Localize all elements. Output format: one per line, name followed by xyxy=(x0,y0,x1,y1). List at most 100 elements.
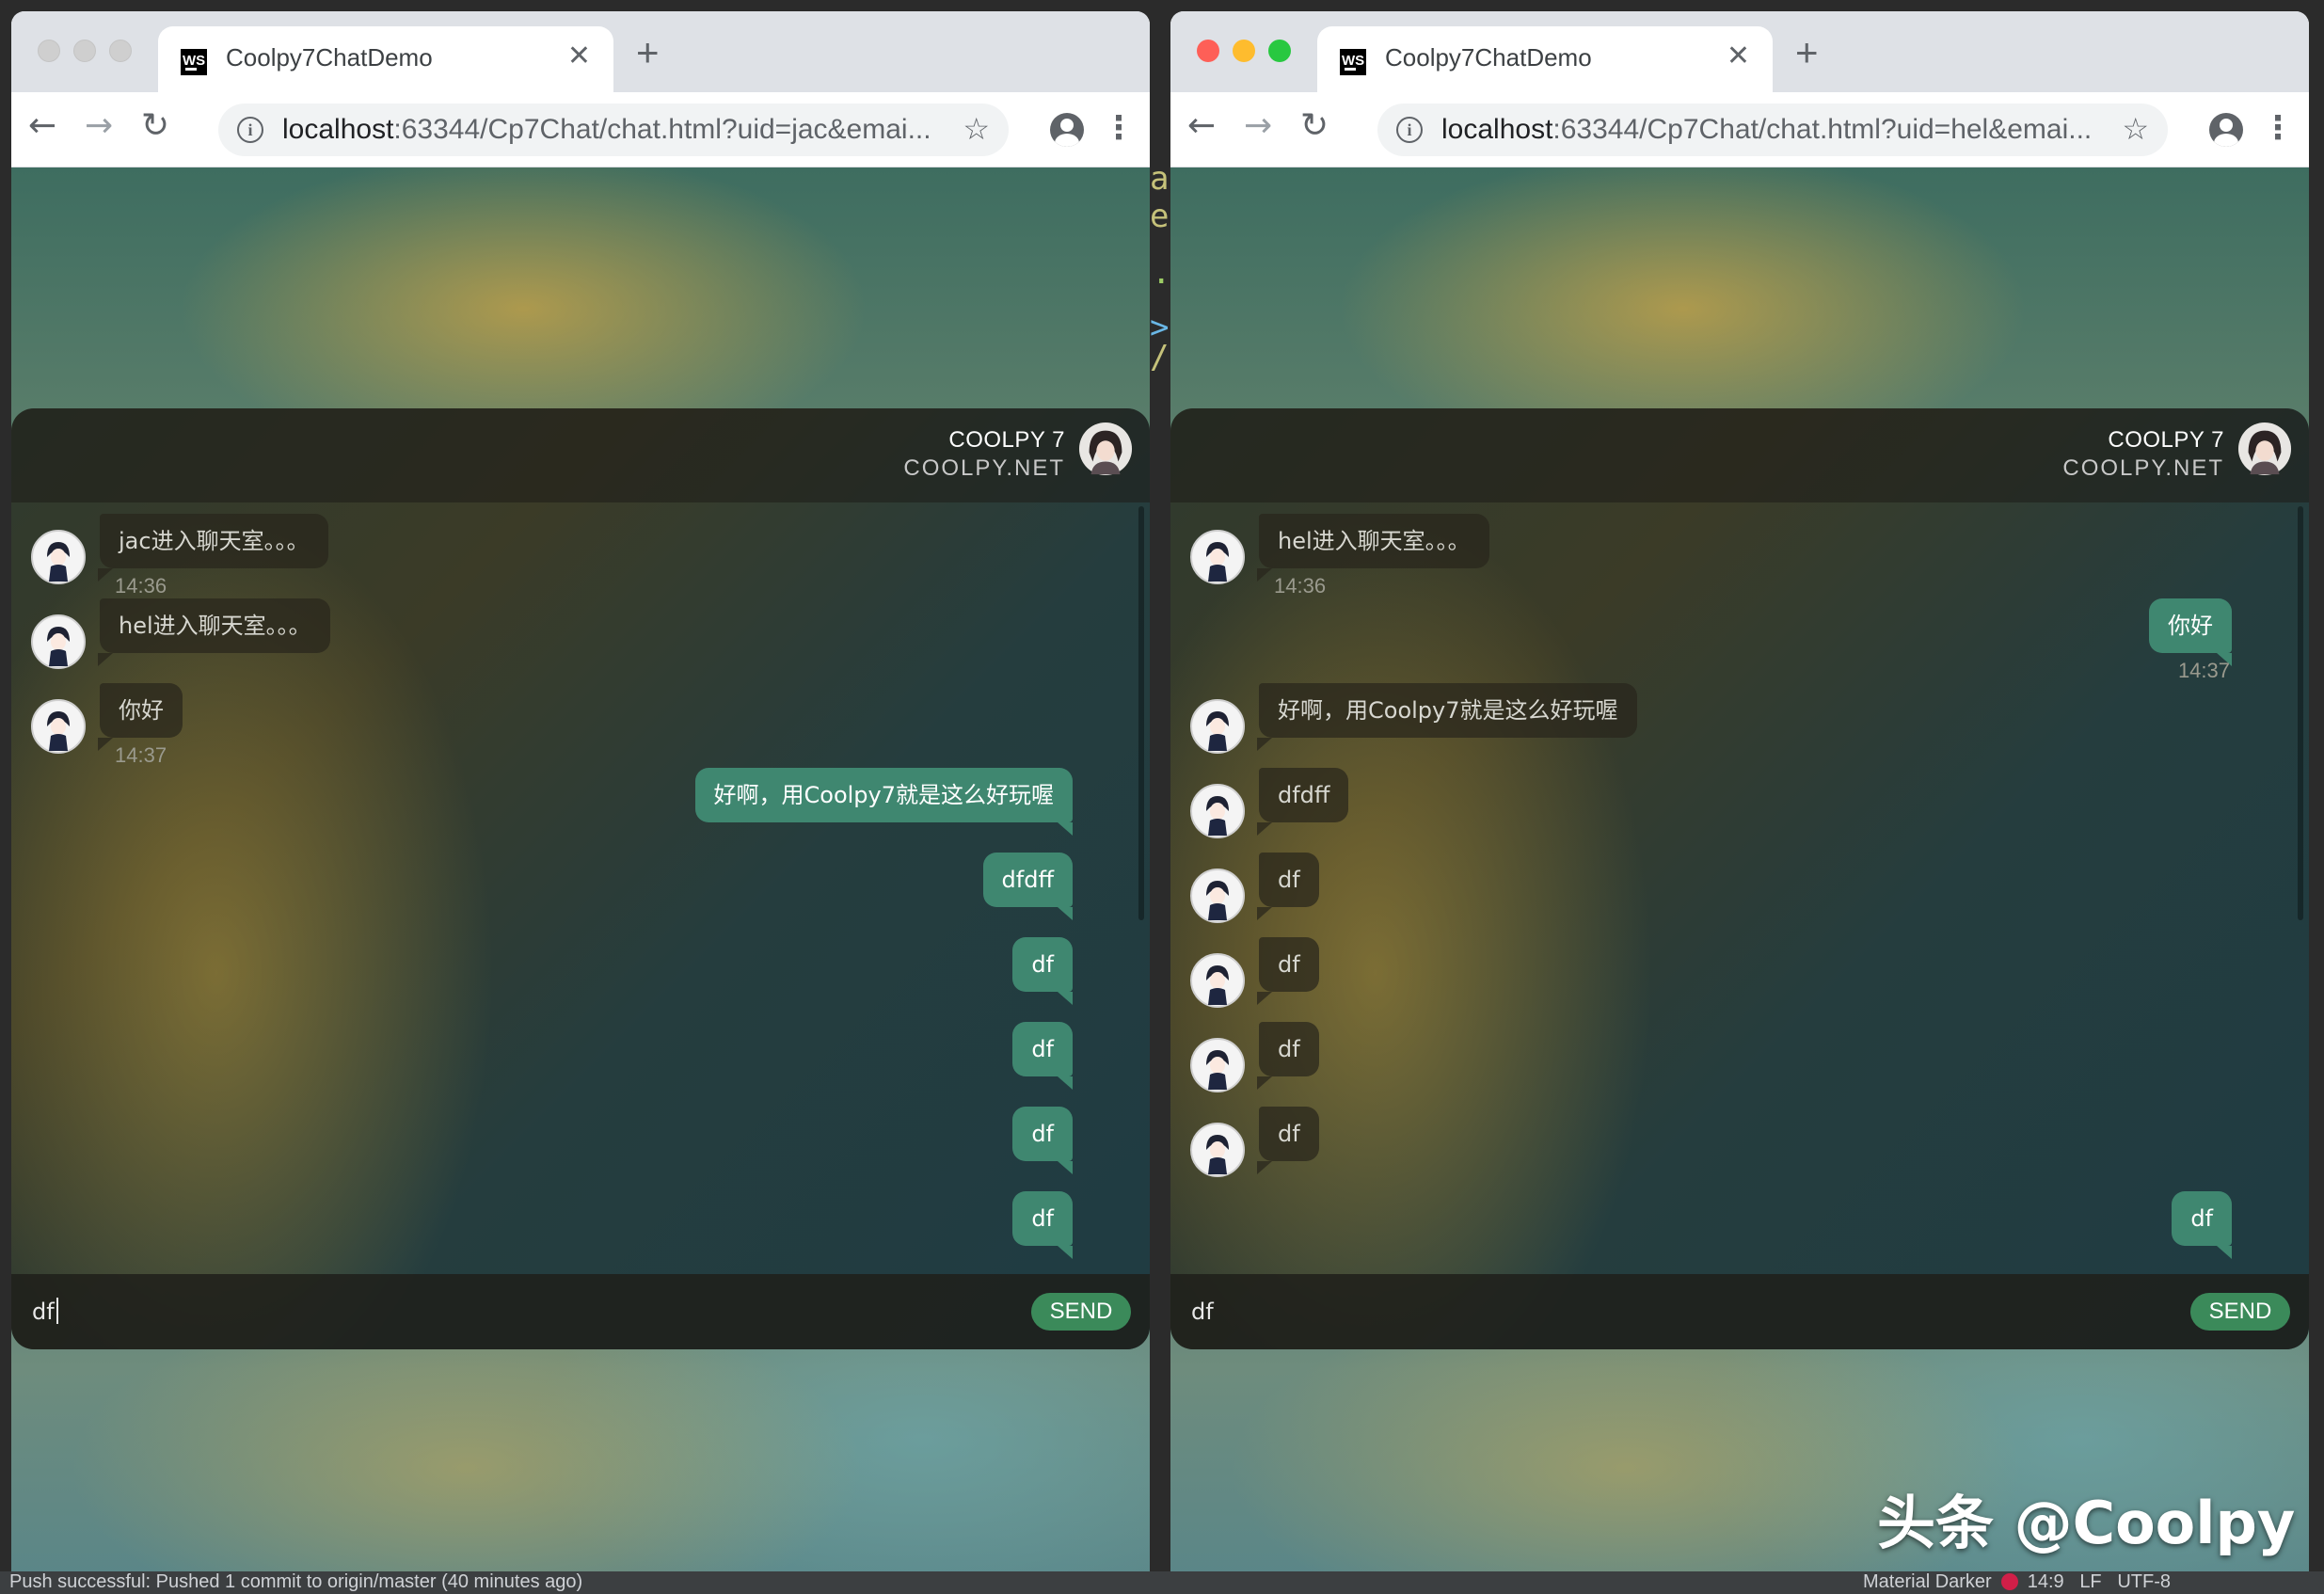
star-icon[interactable]: ☆ xyxy=(2122,111,2149,147)
address-bar[interactable]: i localhost:63344/Cp7Chat/chat.html?uid=… xyxy=(218,104,1009,156)
tab-strip: WS Coolpy7ChatDemo ✕ + xyxy=(11,11,1150,92)
brand-title: COOLPY 7 xyxy=(2108,427,2224,453)
message-list: hel进入聊天室。。。 14:36 你好 14:37 好啊，用Coolpy7就是… xyxy=(1170,502,2309,1274)
vcs-status-text: Push successful: Pushed 1 commit to orig… xyxy=(9,1571,583,1592)
info-icon[interactable]: i xyxy=(1396,117,1423,143)
message-composer: df SEND xyxy=(1170,1274,2309,1349)
chat-header: COOLPY 7 COOLPY.NET xyxy=(1170,408,2309,502)
message-bubble: dfdff xyxy=(1256,768,1349,836)
close-window-button[interactable] xyxy=(38,40,60,62)
message-time: 14:37 xyxy=(115,743,167,767)
new-tab-icon[interactable]: + xyxy=(1795,33,1819,72)
message-bubble: dfdff xyxy=(982,853,1074,920)
profile-icon[interactable] xyxy=(1050,113,1084,147)
ide-code-glyph: . xyxy=(1152,254,1171,292)
avatar-icon xyxy=(31,530,86,584)
avatar-icon xyxy=(31,614,86,669)
browser-tab[interactable]: WS Coolpy7ChatDemo ✕ xyxy=(158,26,613,92)
message-bubble: df xyxy=(1257,937,1319,1005)
message-bubble: 你好 xyxy=(2149,598,2232,666)
text-caret xyxy=(56,1298,58,1324)
address-url[interactable]: localhost:63344/Cp7Chat/chat.html?uid=ja… xyxy=(282,114,931,146)
message-bubble: jac进入聊天室。。。 xyxy=(98,514,328,582)
url-host: localhost xyxy=(282,114,394,145)
address-bar[interactable]: i localhost:63344/Cp7Chat/chat.html?uid=… xyxy=(1377,104,2168,156)
message-bubble: 好啊，用Coolpy7就是这么好玩喔 xyxy=(1257,683,1637,751)
browser-toolbar: ← → ↻ i localhost:63344/Cp7Chat/chat.htm… xyxy=(1170,92,2309,167)
reload-icon[interactable]: ↻ xyxy=(1300,109,1329,143)
cursor-position[interactable]: 14:9 xyxy=(2028,1571,2064,1592)
url-path: :63344/Cp7Chat/chat.html?uid=hel&emai... xyxy=(1552,114,2093,145)
message-bubble: 好啊，用Coolpy7就是这么好玩喔 xyxy=(694,768,1073,836)
avatar-icon xyxy=(1190,699,1245,754)
message-bubble: 你好 xyxy=(98,683,183,751)
message-bubble: hel进入聊天室。。。 xyxy=(98,598,330,666)
message-time: 14:36 xyxy=(115,574,167,598)
browser-toolbar: ← → ↻ i localhost:63344/Cp7Chat/chat.htm… xyxy=(11,92,1150,167)
send-button[interactable]: SEND xyxy=(1031,1293,1131,1331)
message-bubble: df xyxy=(1257,853,1319,920)
file-encoding[interactable]: UTF-8 xyxy=(2117,1571,2171,1592)
ide-editor-strip: a e . > / xyxy=(1150,151,1170,1581)
zoom-window-button[interactable] xyxy=(1268,40,1291,62)
star-icon[interactable]: ☆ xyxy=(963,111,990,147)
ide-code-glyph: / xyxy=(1150,339,1170,376)
address-url[interactable]: localhost:63344/Cp7Chat/chat.html?uid=he… xyxy=(1441,114,2092,146)
browser-tab[interactable]: WS Coolpy7ChatDemo ✕ xyxy=(1317,26,1773,92)
brand-site: COOLPY.NET xyxy=(903,455,1065,481)
message-bubble: df xyxy=(1257,1107,1319,1174)
window-controls xyxy=(38,40,145,66)
forward-arrow-icon[interactable]: → xyxy=(1244,109,1272,143)
menu-kebab-icon[interactable]: ⋮ xyxy=(1103,107,1135,149)
theme-name[interactable]: Material Darker xyxy=(1863,1571,1992,1592)
brand: COOLPY 7 COOLPY.NET xyxy=(2062,427,2224,482)
theme-indicator-icon xyxy=(2000,1573,2018,1590)
chat-panel: COOLPY 7 COOLPY.NET xyxy=(1170,408,2309,1349)
tab-strip: WS Coolpy7ChatDemo ✕ + xyxy=(1170,11,2309,92)
minimize-window-button[interactable] xyxy=(1233,40,1255,62)
window-controls xyxy=(1197,40,1304,66)
info-icon[interactable]: i xyxy=(237,117,263,143)
send-button[interactable]: SEND xyxy=(2190,1293,2290,1331)
url-host: localhost xyxy=(1441,114,1553,145)
message-time: 14:37 xyxy=(2177,659,2230,682)
reload-icon[interactable]: ↻ xyxy=(141,109,169,143)
line-ending[interactable]: LF xyxy=(2079,1571,2101,1592)
message-bubble: df xyxy=(1012,1022,1073,1090)
avatar-icon xyxy=(1190,1038,1245,1092)
message-bubble: df xyxy=(1012,1191,1073,1259)
zoom-window-button[interactable] xyxy=(109,40,132,62)
brand-site: COOLPY.NET xyxy=(2062,455,2224,481)
avatar-icon xyxy=(1190,953,1245,1008)
ide-status-bar: Push successful: Pushed 1 commit to orig… xyxy=(0,1571,2324,1594)
close-icon[interactable]: ✕ xyxy=(567,40,591,72)
close-window-button[interactable] xyxy=(1197,40,1219,62)
menu-kebab-icon[interactable]: ⋮ xyxy=(2262,107,2294,149)
avatar-icon xyxy=(1190,530,1245,584)
page-background: COOLPY 7 COOLPY.NET xyxy=(11,167,1150,1581)
watermark: 头条 @Coolpy xyxy=(1877,1489,2296,1557)
back-arrow-icon[interactable]: ← xyxy=(28,109,56,143)
header-avatar-icon xyxy=(1078,422,1133,476)
avatar-icon xyxy=(1190,869,1245,923)
forward-arrow-icon[interactable]: → xyxy=(85,109,113,143)
ide-code-glyph: e xyxy=(1150,198,1170,235)
message-list: jac进入聊天室。。。 14:36 hel进入聊天室。。。 你好 14:37 好… xyxy=(11,502,1150,1274)
new-tab-icon[interactable]: + xyxy=(636,33,660,72)
profile-icon[interactable] xyxy=(2209,113,2243,147)
brand: COOLPY 7 COOLPY.NET xyxy=(903,427,1065,482)
message-input-value: df xyxy=(32,1299,55,1325)
avatar-icon xyxy=(1190,1123,1245,1177)
message-input[interactable]: df xyxy=(1191,1295,2132,1329)
message-bubble: hel进入聊天室。。。 xyxy=(1257,514,1489,582)
browser-window-jac: WS Coolpy7ChatDemo ✕ + ← → ↻ i localhost… xyxy=(11,11,1150,1581)
minimize-window-button[interactable] xyxy=(73,40,96,62)
message-input[interactable]: df xyxy=(32,1295,973,1329)
chat-panel: COOLPY 7 COOLPY.NET xyxy=(11,408,1150,1349)
message-bubble: df xyxy=(1257,1022,1319,1090)
back-arrow-icon[interactable]: ← xyxy=(1187,109,1216,143)
avatar-icon xyxy=(31,699,86,754)
message-bubble: df xyxy=(1012,1107,1073,1174)
ide-code-glyph: a xyxy=(1150,160,1170,198)
close-icon[interactable]: ✕ xyxy=(1727,40,1750,72)
